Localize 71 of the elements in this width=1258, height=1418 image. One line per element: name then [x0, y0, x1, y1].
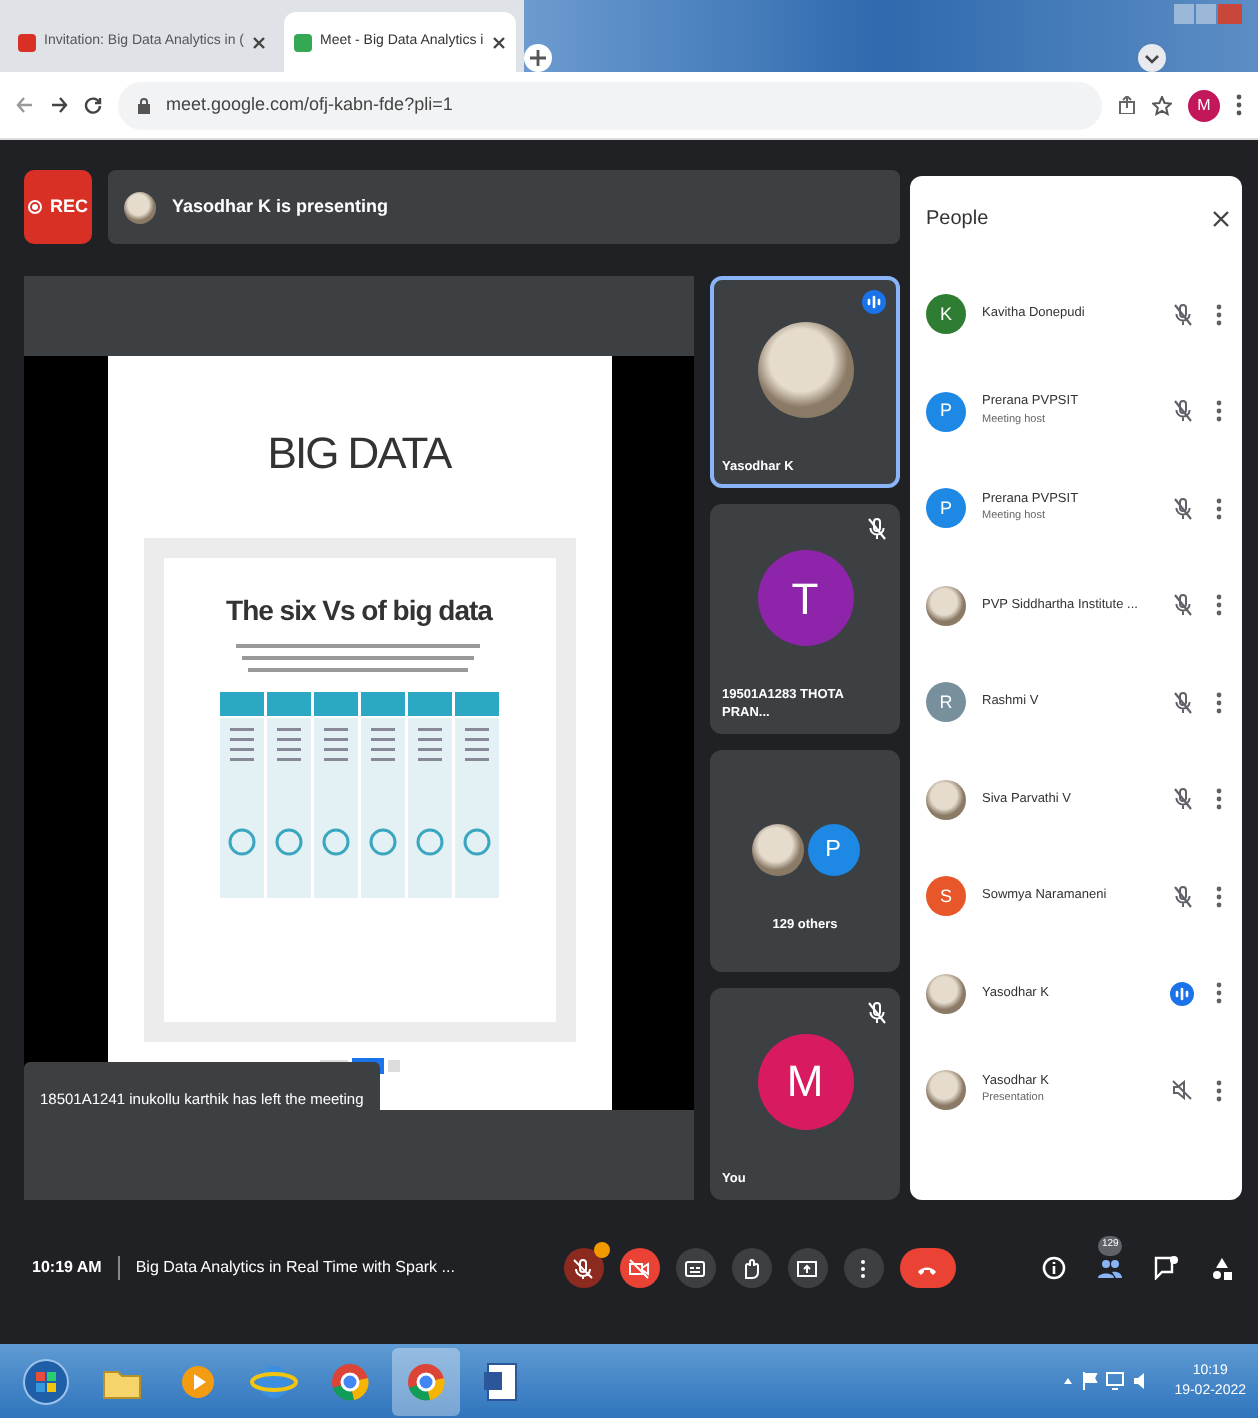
hand-button[interactable]	[731, 1248, 771, 1288]
more-options-icon[interactable]	[1216, 594, 1222, 617]
close-icon[interactable]	[491, 35, 506, 49]
more-options-icon[interactable]	[1216, 303, 1222, 326]
captions-icon	[684, 1257, 706, 1279]
shapes-icon	[1210, 1256, 1234, 1280]
camera-button[interactable]	[619, 1248, 659, 1288]
mic-button[interactable]	[563, 1248, 603, 1288]
mic-off-icon	[572, 1257, 594, 1279]
chat-icon	[1154, 1256, 1178, 1280]
hangup-button[interactable]	[899, 1248, 955, 1288]
profile-avatar[interactable]: M	[1188, 89, 1220, 121]
tab-favicon	[294, 33, 312, 51]
meeting-title: Big Data Analytics in Real Time with Spark ...	[135, 1256, 455, 1280]
back-icon[interactable]	[16, 96, 34, 114]
avatar: M	[757, 1033, 853, 1130]
chevron-down-icon[interactable]	[1138, 44, 1166, 72]
more-button[interactable]	[843, 1248, 883, 1288]
avatar: P	[926, 391, 966, 432]
avatar: P	[807, 824, 859, 877]
avatar-photo	[926, 779, 966, 820]
menu-dots-icon[interactable]	[1236, 94, 1242, 116]
lock-icon	[138, 97, 150, 113]
avatar: K	[926, 294, 966, 335]
more-options-icon[interactable]	[1216, 982, 1222, 1005]
present-button[interactable]	[787, 1248, 827, 1288]
close-icon[interactable]	[1212, 210, 1230, 228]
star-icon[interactable]	[1152, 95, 1172, 115]
info-icon	[1042, 1256, 1066, 1280]
camera-off-icon	[628, 1257, 650, 1279]
flag-icon[interactable]	[1082, 1372, 1099, 1390]
start-orb-icon	[22, 1357, 70, 1405]
avatar: P	[926, 488, 966, 529]
monitor-icon[interactable]	[1106, 1372, 1125, 1390]
avatar: S	[926, 876, 966, 917]
more-options-icon[interactable]	[1216, 497, 1222, 520]
address-field[interactable]: meet.google.com/ofj-kabn-fde?pli=1	[118, 81, 1102, 129]
avatar: T	[757, 550, 853, 647]
more-options-icon[interactable]	[1216, 400, 1222, 423]
taskbar-app[interactable]	[392, 1347, 460, 1415]
tray-arrow-icon[interactable]	[1062, 1375, 1075, 1387]
more-options-icon[interactable]	[1216, 691, 1222, 714]
forward-icon[interactable]	[50, 96, 68, 114]
present-icon	[796, 1257, 818, 1279]
slide-title: BIG DATA	[265, 426, 454, 482]
captions-button[interactable]	[675, 1248, 715, 1288]
tab-favicon	[18, 33, 36, 51]
panel-title: People	[926, 206, 989, 234]
activities-button[interactable]	[1210, 1256, 1234, 1280]
reload-icon[interactable]	[84, 96, 102, 114]
avatar-photo	[926, 1070, 966, 1111]
chat-button[interactable]	[1154, 1256, 1178, 1280]
avatar-photo	[124, 191, 156, 223]
more-options-icon[interactable]	[1216, 1079, 1222, 1102]
more-options-icon[interactable]	[1216, 788, 1222, 811]
meeting-time: 10:19 AM	[32, 1256, 102, 1280]
people-icon	[1098, 1256, 1122, 1280]
record-button[interactable]: REC	[24, 170, 92, 244]
avatar-photo	[926, 973, 966, 1014]
record-icon	[27, 200, 42, 214]
new-tab-icon[interactable]	[523, 44, 552, 72]
hand-icon	[740, 1257, 762, 1279]
share-icon[interactable]	[1118, 96, 1136, 114]
banner-text: Yasodhar K is presenting	[172, 193, 389, 220]
avatar: R	[926, 682, 966, 723]
close-icon[interactable]	[252, 35, 266, 49]
infographic-title: The six Vs of big data	[226, 592, 492, 630]
avatar-photo	[926, 585, 966, 626]
info-button[interactable]	[1042, 1256, 1066, 1280]
more-options-icon[interactable]	[1216, 885, 1222, 908]
avatar-photo	[751, 824, 803, 877]
